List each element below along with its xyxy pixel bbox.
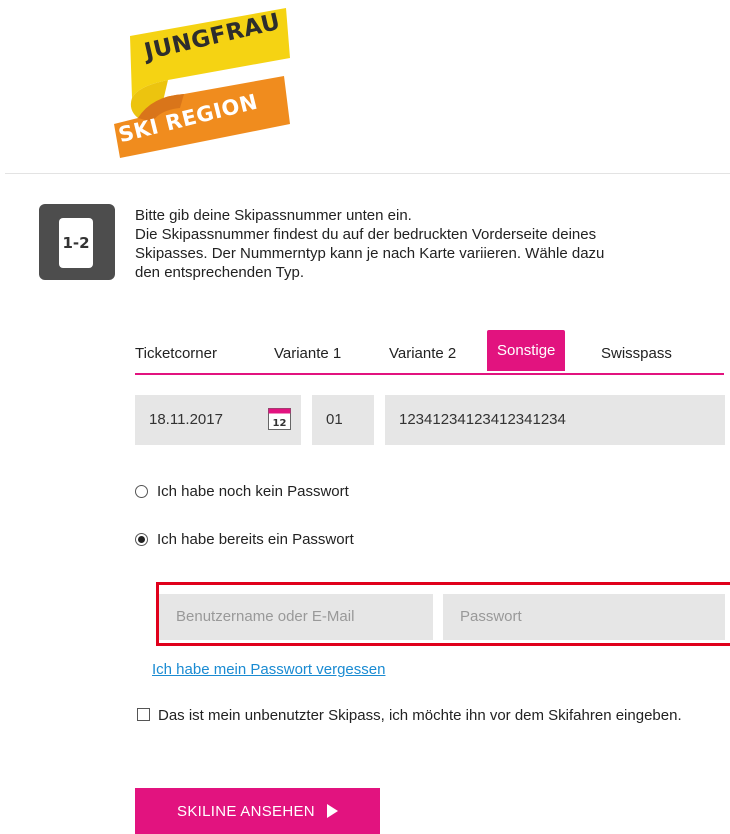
calendar-icon[interactable]: 12 bbox=[268, 408, 291, 430]
radio-button[interactable] bbox=[135, 485, 148, 498]
step-intro: Bitte gib deine Skipassnummer unten ein.… bbox=[135, 206, 725, 282]
header-divider bbox=[5, 173, 730, 174]
date-field[interactable]: 18.11.2017 12 bbox=[135, 395, 301, 445]
play-arrow-icon bbox=[326, 804, 338, 818]
pass-prefix-value: 01 bbox=[326, 411, 343, 428]
intro-line: Skipasses. Der Nummerntyp kann je nach K… bbox=[135, 245, 605, 262]
radio-no-password-label: Ich habe noch kein Passwort bbox=[157, 483, 349, 500]
date-value: 18.11.2017 bbox=[149, 411, 223, 428]
username-input[interactable]: Benutzername oder E-Mail bbox=[159, 594, 433, 640]
unused-pass-label: Das ist mein unbenutzter Skipass, ich mö… bbox=[158, 707, 682, 724]
pass-type-tabs: Ticketcorner Variante 1 Variante 2 Sonst… bbox=[135, 330, 725, 374]
password-input[interactable]: Passwort bbox=[443, 594, 725, 640]
pass-number-value: 12341234123412341234 bbox=[399, 411, 566, 428]
pass-number-field[interactable]: 12341234123412341234 bbox=[385, 395, 725, 445]
tab-sonstige[interactable]: Sonstige bbox=[487, 330, 566, 371]
calendar-day: 12 bbox=[273, 418, 287, 429]
radio-button-checked[interactable] bbox=[135, 533, 148, 546]
intro-line: den entsprechenden Typ. bbox=[135, 264, 305, 281]
step-badge: 1-2 bbox=[59, 218, 93, 268]
tab-variante-2[interactable]: Variante 2 bbox=[389, 337, 456, 371]
username-placeholder: Benutzername oder E-Mail bbox=[176, 608, 355, 625]
skiline-view-button[interactable]: SKILINE ANSEHEN bbox=[135, 788, 380, 834]
step-icon: 1-2 bbox=[39, 204, 115, 280]
radio-has-password[interactable]: Ich habe bereits ein Passwort bbox=[135, 531, 354, 548]
tabs-underline bbox=[135, 373, 724, 375]
jungfrau-ski-region-logo[interactable]: JUNGFRAU SKI REGION bbox=[108, 6, 298, 161]
skiline-view-label: SKILINE ANSEHEN bbox=[177, 802, 315, 820]
tab-ticketcorner[interactable]: Ticketcorner bbox=[135, 337, 217, 371]
radio-no-password[interactable]: Ich habe noch kein Passwort bbox=[135, 483, 349, 500]
intro-line: Die Skipassnummer findest du auf der bed… bbox=[135, 226, 597, 243]
unused-pass-checkbox[interactable] bbox=[137, 708, 150, 721]
forgot-password-link[interactable]: Ich habe mein Passwort vergessen bbox=[152, 661, 385, 678]
password-placeholder: Passwort bbox=[460, 608, 522, 625]
intro-line: Bitte gib deine Skipassnummer unten ein. bbox=[135, 207, 412, 224]
tab-swisspass[interactable]: Swisspass bbox=[601, 337, 672, 371]
pass-prefix-field[interactable]: 01 bbox=[312, 395, 374, 445]
tab-variante-1[interactable]: Variante 1 bbox=[274, 337, 341, 371]
unused-pass-option: Das ist mein unbenutzter Skipass, ich mö… bbox=[137, 703, 697, 728]
radio-has-password-label: Ich habe bereits ein Passwort bbox=[157, 531, 354, 548]
